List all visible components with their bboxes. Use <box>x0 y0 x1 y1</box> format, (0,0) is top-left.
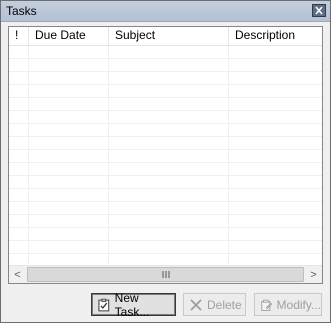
clipboard-check-icon <box>98 298 110 311</box>
grid-row <box>9 46 322 59</box>
modify-label: Modify... <box>276 297 321 312</box>
delete-button[interactable]: Delete <box>183 293 246 316</box>
chevron-right-icon: > <box>310 269 317 281</box>
grid-row <box>9 163 322 176</box>
column-header-priority[interactable]: ! <box>9 27 29 45</box>
window-title: Tasks <box>6 4 37 18</box>
chevron-left-icon: < <box>14 269 21 281</box>
grid-row <box>9 150 322 163</box>
new-task-button[interactable]: New Task... <box>91 290 176 319</box>
grid-row <box>9 215 322 228</box>
grid-row <box>9 124 322 137</box>
scroll-right-button[interactable]: > <box>305 266 322 283</box>
scroll-left-button[interactable]: < <box>9 266 26 283</box>
column-header-description[interactable]: Description <box>229 27 322 45</box>
new-task-label: New Task... <box>114 290 150 319</box>
title-bar[interactable]: Tasks <box>1 1 330 22</box>
grid-rows[interactable] <box>9 46 322 264</box>
grid-row <box>9 202 322 215</box>
tasks-grid[interactable]: ! Due Date Subject Description < > <box>8 26 323 284</box>
grid-row <box>9 176 322 189</box>
grid-header: ! Due Date Subject Description <box>9 27 322 46</box>
grid-row <box>9 72 322 85</box>
close-button[interactable] <box>312 4 326 17</box>
scrollbar-grip-icon <box>162 271 169 278</box>
edit-document-icon <box>261 299 273 311</box>
x-icon <box>190 298 202 311</box>
grid-row <box>9 59 322 72</box>
scrollbar-thumb[interactable] <box>27 267 304 282</box>
close-icon <box>315 6 323 15</box>
grid-row <box>9 137 322 150</box>
grid-row <box>9 111 322 124</box>
horizontal-scrollbar[interactable]: < > <box>9 265 322 283</box>
column-header-due-date[interactable]: Due Date <box>29 27 109 45</box>
grid-row <box>9 241 322 254</box>
grid-row <box>9 85 322 98</box>
delete-label: Delete <box>207 297 242 312</box>
grid-row <box>9 228 322 241</box>
modify-button[interactable]: Modify... <box>254 293 322 316</box>
tasks-window: Tasks ! Due Date Subject Description < >… <box>0 0 331 323</box>
grid-row <box>9 98 322 111</box>
column-header-subject[interactable]: Subject <box>109 27 229 45</box>
grid-row <box>9 189 322 202</box>
